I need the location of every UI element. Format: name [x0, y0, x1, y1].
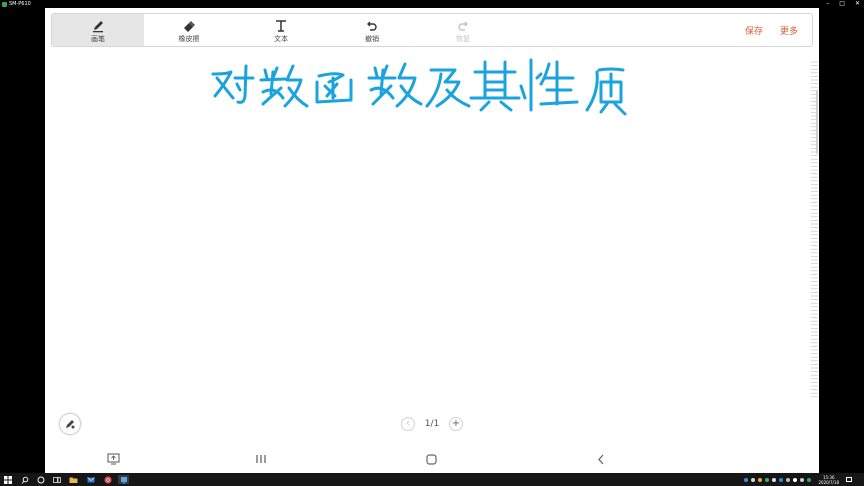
- redo-button[interactable]: 恢复: [417, 14, 509, 46]
- window-titlebar: SM-P610 – □ ✕: [0, 0, 864, 8]
- text-icon: [274, 18, 288, 34]
- handwriting-strokes: [211, 58, 627, 116]
- recent-apps-icon[interactable]: [253, 451, 269, 467]
- search-icon[interactable]: [20, 475, 29, 484]
- tray-icon[interactable]: [779, 477, 784, 482]
- close-button[interactable]: ✕: [855, 0, 860, 8]
- page-indicator: 1/1: [424, 419, 440, 429]
- tray-icon[interactable]: [751, 477, 756, 482]
- tray-icon[interactable]: [758, 477, 763, 482]
- task-view-icon[interactable]: [52, 475, 61, 484]
- screen-mirror-icon[interactable]: [105, 451, 121, 467]
- android-nav-bar: [45, 445, 819, 473]
- tray-icon[interactable]: [765, 477, 770, 482]
- text-tool-button[interactable]: 文本: [235, 14, 327, 46]
- file-explorer-icon[interactable]: [69, 475, 78, 484]
- tray-icon[interactable]: [772, 477, 777, 482]
- cortana-icon[interactable]: [36, 475, 45, 484]
- clock[interactable]: 15:36 2020/7/18: [818, 475, 839, 485]
- add-page-button[interactable]: +: [448, 417, 463, 431]
- pen-tool-label: 画笔: [91, 34, 105, 43]
- system-tray: 15:36 2020/7/18: [744, 473, 864, 486]
- redo-icon: [456, 18, 470, 34]
- pen-tool-button[interactable]: 画笔: [52, 14, 144, 46]
- antivirus-icon[interactable]: [807, 477, 812, 482]
- windows-icon[interactable]: [3, 475, 12, 484]
- pen-edit-icon: [64, 415, 76, 434]
- network-icon[interactable]: [786, 477, 791, 482]
- app-icon: [2, 1, 7, 7]
- undo-icon: [365, 18, 379, 34]
- eraser-tool-button[interactable]: 橡皮擦: [143, 14, 235, 46]
- ime-icon[interactable]: [800, 477, 805, 482]
- drawing-canvas[interactable]: [45, 48, 805, 443]
- maximize-button[interactable]: □: [839, 0, 845, 8]
- device-screen: 画笔 橡皮擦 文本 撤销 恢复 保存 更多 ‹ 1/1 +: [45, 8, 819, 473]
- minimize-button[interactable]: –: [826, 0, 829, 8]
- undo-button[interactable]: 撤销: [326, 14, 418, 46]
- more-button[interactable]: 更多: [780, 24, 798, 37]
- previous-page-button[interactable]: ‹: [401, 417, 415, 431]
- redo-label: 恢复: [456, 34, 470, 43]
- pen-icon: [91, 18, 105, 34]
- mail-icon[interactable]: [86, 475, 95, 484]
- save-button[interactable]: 保存: [745, 24, 763, 37]
- text-tool-label: 文本: [274, 34, 288, 43]
- home-icon[interactable]: [423, 451, 439, 467]
- scrollbar[interactable]: [805, 60, 819, 400]
- window-title: SM-P610: [2, 0, 31, 8]
- chrome-icon[interactable]: [103, 475, 112, 484]
- tray-icon[interactable]: [744, 477, 749, 482]
- edit-mode-button[interactable]: [59, 413, 81, 435]
- notification-icon[interactable]: [846, 477, 852, 482]
- volume-icon[interactable]: [793, 477, 798, 482]
- screen-mirror-app-icon[interactable]: [118, 475, 129, 484]
- eraser-icon: [182, 18, 196, 34]
- eraser-tool-label: 橡皮擦: [178, 34, 200, 43]
- back-icon[interactable]: [593, 451, 609, 467]
- scrollbar-thumb[interactable]: [816, 90, 818, 154]
- undo-label: 撤销: [365, 34, 379, 43]
- note-toolbar: 画笔 橡皮擦 文本 撤销 恢复 保存 更多: [51, 13, 813, 47]
- windows-taskbar: 15:36 2020/7/18: [0, 473, 864, 486]
- page-navigator: ‹ 1/1 +: [401, 417, 463, 431]
